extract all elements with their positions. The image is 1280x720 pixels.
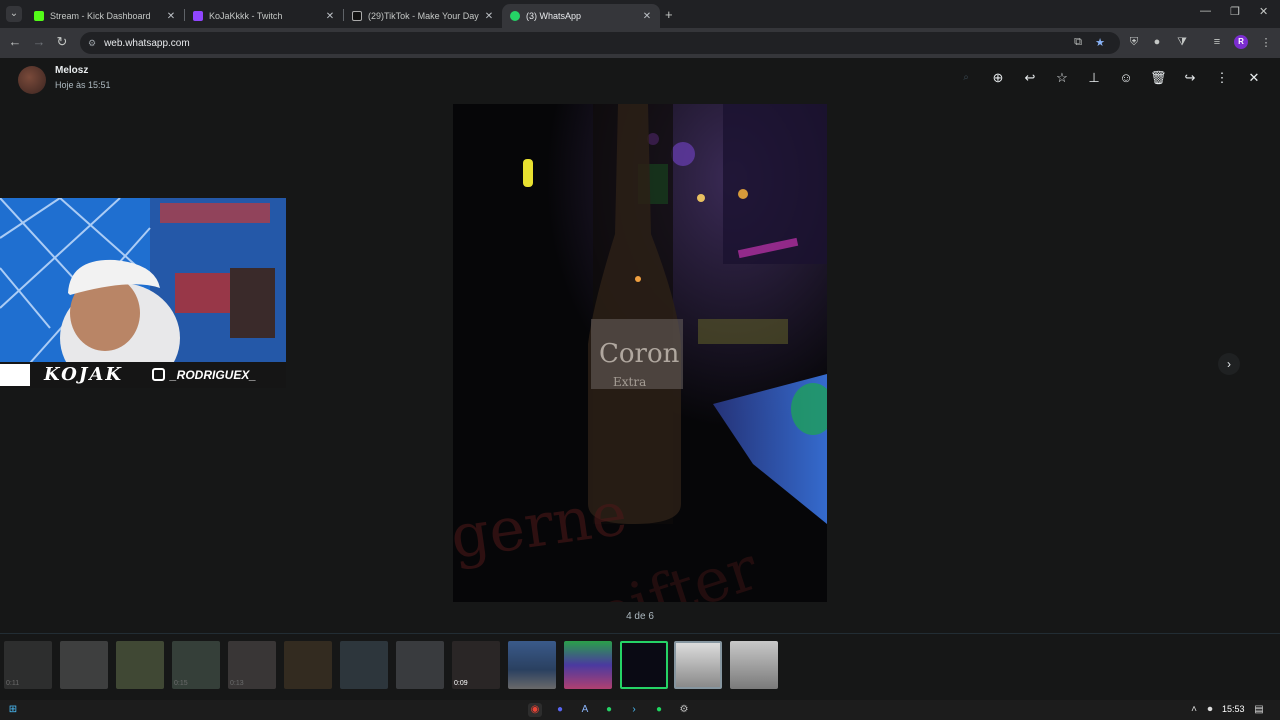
spotify-icon[interactable]: ● (652, 703, 666, 717)
sender-avatar[interactable] (18, 66, 46, 94)
app-a-icon[interactable]: A (578, 703, 592, 717)
twitch-favicon (193, 11, 203, 21)
tab-search-button[interactable]: ⌄ (6, 6, 22, 22)
os-taskbar: ⊞ ◉ ● A ● › ● ⚙ ˄ ⏺ 15:53 ▤ (0, 700, 1280, 720)
media-counter: 4 de 6 (626, 611, 654, 622)
site-info-icon[interactable]: ⚙ (88, 38, 96, 49)
media-viewer: Melosz Hoje às 15:51 ⌕ ⊕ ↩ ☆ ⊥ ☺ 🗑 ↪ ⋮ ✕ (0, 58, 1280, 700)
tab-label: (3) WhatsApp (526, 11, 582, 21)
thumbnail[interactable] (674, 641, 722, 689)
zoom-in-icon[interactable]: ⊕ (990, 70, 1006, 86)
svg-text:Coron: Coron (599, 339, 680, 369)
thumbnail[interactable] (564, 641, 612, 689)
thumbnail-strip: 0:11 0:15 0:13 0:09 (0, 633, 1280, 700)
browser-menu-icon[interactable]: ⋮ (1259, 36, 1273, 49)
sender-name[interactable]: Melosz (55, 65, 88, 76)
tab-label: KoJaKkkk - Twitch (209, 11, 283, 21)
star-icon[interactable]: ☆ (1054, 70, 1070, 86)
thumbnail[interactable]: 0:15 (172, 641, 220, 689)
emoji-icon[interactable]: ☺ (1118, 70, 1134, 86)
sent-timestamp: Hoje às 15:51 (55, 80, 111, 90)
reply-icon[interactable]: ↩ (1022, 70, 1038, 86)
instagram-icon (152, 368, 165, 381)
system-clock[interactable]: 15:53 (1222, 704, 1245, 714)
next-media-button[interactable]: › (1218, 353, 1240, 375)
tab-label: Stream - Kick Dashboard (50, 11, 151, 21)
thumbnail[interactable] (730, 641, 778, 689)
forward-icon[interactable]: ↪ (1182, 70, 1198, 86)
close-tab-icon[interactable]: ✕ (166, 11, 176, 22)
thumbnail-selected[interactable] (620, 641, 668, 689)
close-tab-icon[interactable]: ✕ (325, 11, 335, 22)
close-icon[interactable]: ✕ (1246, 70, 1262, 86)
thumbnail[interactable]: 0:13 (228, 641, 276, 689)
tab-whatsapp[interactable]: (3) WhatsApp ✕ (502, 4, 660, 28)
browser-toolbar: ← → ↻ ⚙ web.whatsapp.com ⧉ ★ ⛨ ● ⧩ ≡ ⋮ (0, 28, 1280, 58)
address-bar[interactable]: ⚙ web.whatsapp.com (80, 32, 1120, 54)
pin-icon[interactable]: ⊥ (1086, 70, 1102, 86)
thumbnail[interactable]: 0:11 (4, 641, 52, 689)
streamer-name: KOJAK (44, 364, 123, 385)
tab-kick-dashboard[interactable]: Stream - Kick Dashboard ✕ (26, 4, 184, 28)
reload-icon[interactable]: ↻ (53, 34, 71, 50)
instagram-handle: _RODRIGUEX_ (170, 368, 257, 382)
forward-nav-icon[interactable]: → (30, 34, 48, 49)
tab-tiktok[interactable]: (29)TikTok - Make Your Day ✕ (344, 4, 502, 28)
window-close-icon[interactable]: ✕ (1259, 5, 1268, 18)
thumbnail[interactable] (508, 641, 556, 689)
thumbnail[interactable] (396, 641, 444, 689)
svg-text:Extra: Extra (613, 375, 646, 389)
kick-favicon (34, 11, 44, 21)
thumbnail[interactable]: 0:09 (452, 641, 500, 689)
terminal-icon[interactable]: › (627, 703, 641, 717)
settings-icon[interactable]: ⚙ (677, 703, 691, 717)
restore-icon[interactable]: ❐ (1230, 5, 1240, 18)
bookmark-star-icon[interactable]: ★ (1093, 36, 1107, 49)
thumbnail[interactable] (116, 641, 164, 689)
notifications-icon[interactable]: ▤ (1252, 703, 1266, 717)
menu-icon[interactable]: ⋮ (1214, 70, 1230, 86)
discord-icon[interactable]: ● (553, 703, 567, 717)
extension-circle-icon[interactable]: ● (1150, 36, 1164, 48)
video-duration: 0:15 (174, 680, 188, 687)
search-icon: ⌕ (963, 72, 969, 83)
whatsapp-favicon (510, 11, 520, 21)
photo-scene: Coron Extra gerne eifter (453, 104, 827, 602)
new-tab-icon[interactable]: + (665, 7, 673, 22)
windows-start-icon[interactable]: ⊞ (6, 703, 20, 717)
thumbnail[interactable] (284, 641, 332, 689)
microphone-icon[interactable]: ⏺ (1203, 703, 1217, 717)
tray-expand-icon[interactable]: ˄ (1187, 703, 1201, 717)
extension-shield-icon[interactable]: ⛨ (1127, 36, 1141, 49)
video-duration: 0:13 (230, 680, 244, 687)
browser-tab-strip: ⌄ Stream - Kick Dashboard ✕ KoJaKkkk - T… (0, 0, 1280, 28)
close-tab-icon[interactable]: ✕ (642, 11, 652, 22)
webcam-logo-block (0, 364, 30, 386)
media-control-icon[interactable]: ≡ (1210, 36, 1224, 48)
thumbnail[interactable] (340, 641, 388, 689)
minimize-icon[interactable]: — (1200, 5, 1211, 17)
whatsapp-icon[interactable]: ● (602, 703, 616, 717)
profile-avatar[interactable]: R (1234, 35, 1248, 49)
tab-twitch[interactable]: KoJaKkkk - Twitch ✕ (185, 4, 343, 28)
close-tab-icon[interactable]: ✕ (484, 11, 494, 22)
webcam-overlay: KOJAK _RODRIGUEX_ (0, 198, 286, 388)
tab-label: (29)TikTok - Make Your Day (368, 11, 479, 21)
video-duration: 0:11 (6, 680, 20, 687)
video-duration: 0:09 (454, 680, 468, 687)
webcam-scene (0, 198, 286, 388)
install-app-icon[interactable]: ⧉ (1071, 36, 1085, 49)
thumbnail[interactable] (60, 641, 108, 689)
extensions-icon[interactable]: ⧩ (1175, 36, 1189, 49)
media-photo[interactable]: Coron Extra gerne eifter (453, 104, 827, 602)
back-icon[interactable]: ← (6, 34, 24, 49)
delete-icon[interactable]: 🗑 (1150, 70, 1167, 86)
url-text: web.whatsapp.com (104, 37, 190, 49)
chrome-icon[interactable]: ◉ (528, 703, 542, 717)
tiktok-favicon (352, 11, 362, 21)
